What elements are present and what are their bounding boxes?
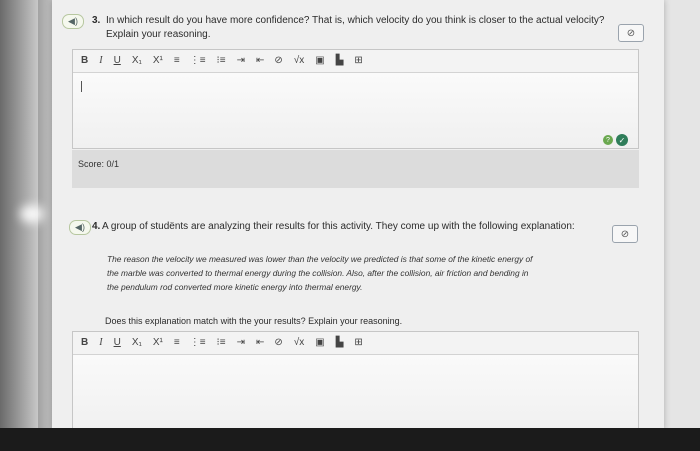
answer-editor-q4[interactable]: B I U X₁ X¹ ≡ ⋮≡ ⁝≡ ⇥ ⇤ ⊘ √x ▣ ▙ ⊞ <box>72 331 639 432</box>
link-icon[interactable]: ⊘ <box>612 225 638 243</box>
outdent-button[interactable]: ⇤ <box>256 337 264 349</box>
question-text: In which result do you have more confide… <box>106 15 605 26</box>
italic-button[interactable]: I <box>99 337 102 349</box>
insert-link-button[interactable]: ⊘ <box>274 55 282 67</box>
speaker-icon[interactable]: ◀) <box>62 14 84 29</box>
superscript-button[interactable]: X¹ <box>153 337 163 349</box>
align-button[interactable]: ≡ <box>174 55 180 67</box>
hint-icon[interactable]: ? <box>603 135 613 145</box>
underline-button[interactable]: U <box>114 55 121 67</box>
indent-button[interactable]: ⇥ <box>237 55 245 67</box>
indent-button[interactable]: ⇥ <box>237 337 245 349</box>
editor-text-area[interactable] <box>73 355 638 431</box>
screen-bezel <box>0 428 700 451</box>
assignment-panel: ◀) 3. In which result do you have more c… <box>52 0 664 432</box>
media-button[interactable]: ▙ <box>336 337 344 349</box>
subscript-button[interactable]: X₁ <box>132 337 142 349</box>
editor-toolbar: B I U X₁ X¹ ≡ ⋮≡ ⁝≡ ⇥ ⇤ ⊘ √x ▣ ▙ ⊞ <box>73 50 638 73</box>
math-button[interactable]: √x <box>294 337 305 349</box>
image-button[interactable]: ▣ <box>315 337 324 349</box>
italic-button[interactable]: I <box>99 55 102 67</box>
speaker-icon[interactable]: ◀) <box>69 220 91 235</box>
image-button[interactable]: ▣ <box>315 55 324 67</box>
table-button[interactable]: ⊞ <box>354 55 362 67</box>
answer-editor-q3[interactable]: B I U X₁ X¹ ≡ ⋮≡ ⁝≡ ⇥ ⇤ ⊘ √x ▣ ▙ ⊞ <box>72 49 639 149</box>
question-number: 3. <box>92 15 101 26</box>
screen-glare <box>20 205 44 223</box>
bold-button[interactable]: B <box>81 337 88 349</box>
ordered-list-button[interactable]: ⋮≡ <box>190 337 206 349</box>
question-text-line2: Explain your reasoning. <box>106 29 211 40</box>
ordered-list-button[interactable]: ⋮≡ <box>190 55 206 67</box>
outdent-button[interactable]: ⇤ <box>256 55 264 67</box>
bold-button[interactable]: B <box>81 55 88 67</box>
align-button[interactable]: ≡ <box>174 337 180 349</box>
question-text: A group of studënts are analyzing their … <box>102 221 575 232</box>
link-icon[interactable]: ⊘ <box>618 24 644 42</box>
math-button[interactable]: √x <box>294 55 305 67</box>
unordered-list-button[interactable]: ⁝≡ <box>217 55 226 67</box>
unordered-list-button[interactable]: ⁝≡ <box>217 337 226 349</box>
check-icon[interactable]: ✓ <box>616 134 628 146</box>
explanation-quote-line: The reason the velocity we measured was … <box>107 254 533 264</box>
explanation-quote-line: the marble was converted to thermal ener… <box>107 268 529 278</box>
table-button[interactable]: ⊞ <box>354 337 362 349</box>
superscript-button[interactable]: X¹ <box>153 55 163 67</box>
subscript-button[interactable]: X₁ <box>132 55 142 67</box>
editor-toolbar: B I U X₁ X¹ ≡ ⋮≡ ⁝≡ ⇥ ⇤ ⊘ √x ▣ ▙ ⊞ <box>73 332 638 355</box>
score-label: Score: 0/1 <box>78 159 120 169</box>
editor-text-area[interactable] <box>73 73 638 148</box>
media-button[interactable]: ▙ <box>336 55 344 67</box>
underline-button[interactable]: U <box>114 337 121 349</box>
text-cursor <box>81 81 82 92</box>
followup-question: Does this explanation match with the you… <box>105 316 403 326</box>
insert-link-button[interactable]: ⊘ <box>274 337 282 349</box>
question-number: 4. <box>92 221 101 232</box>
score-bar: Score: 0/1 <box>72 150 639 188</box>
explanation-quote-line: the pendulum rod converted more kinetic … <box>107 282 363 292</box>
